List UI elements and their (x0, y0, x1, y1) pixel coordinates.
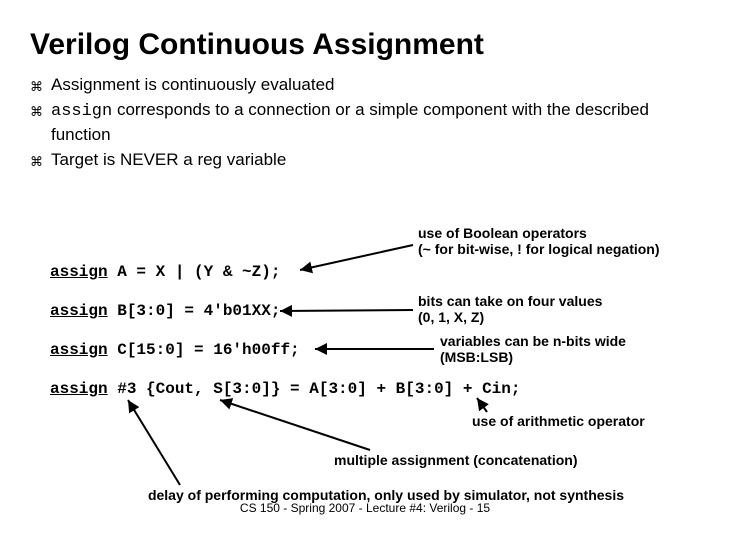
code-line-2: assign B[3:0] = 4'b01XX; (50, 302, 280, 320)
bullet-text: Target is NEVER a reg variable (51, 149, 286, 172)
bullet-text: assign corresponds to a connection or a … (51, 99, 700, 147)
ann-nbits: variables can be n-bits wide (MSB:LSB) (440, 333, 626, 365)
code-line-4: assign #3 {Cout, S[3:0]} = A[3:0] + B[3:… (50, 380, 520, 398)
assign-kw: assign (50, 263, 108, 281)
slide-title: Verilog Continuous Assignment (30, 28, 700, 62)
ann-arith: use of arithmetic operator (472, 413, 645, 429)
ann-line: (MSB:LSB) (440, 349, 626, 365)
code-keyword: assign (51, 102, 112, 121)
code-line-3: assign C[15:0] = 16'h00ff; (50, 341, 300, 359)
ann-boolean: use of Boolean operators (~ for bit-wise… (418, 225, 660, 257)
ann-line: use of Boolean operators (418, 225, 660, 241)
bullet-icon: ⌘ (30, 103, 43, 121)
code-line-1: assign A = X | (Y & ~Z); (50, 263, 280, 281)
bullet-list: ⌘ Assignment is continuously evaluated ⌘… (30, 74, 700, 172)
assign-kw: assign (50, 380, 108, 398)
assign-kw: assign (50, 302, 108, 320)
bullet-3: ⌘ Target is NEVER a reg variable (30, 149, 700, 172)
bullet-2: ⌘ assign corresponds to a connection or … (30, 99, 700, 147)
bullet-1: ⌘ Assignment is continuously evaluated (30, 74, 700, 97)
bullet-text-part: corresponds to a connection or a simple … (51, 100, 649, 144)
ann-fourvalues: bits can take on four values (0, 1, X, Z… (418, 293, 602, 325)
ann-line: bits can take on four values (418, 293, 602, 309)
assign-kw: assign (50, 341, 108, 359)
code-body: B[3:0] = 4'b01XX; (108, 302, 281, 320)
footer: CS 150 - Spring 2007 - Lecture #4: Veril… (0, 502, 730, 516)
bullet-icon: ⌘ (30, 153, 43, 171)
code-body: #3 {Cout, S[3:0]} = A[3:0] + B[3:0] + Ci… (108, 380, 521, 398)
bullet-icon: ⌘ (30, 78, 43, 96)
ann-concat: multiple assignment (concatenation) (334, 452, 577, 468)
code-body: A = X | (Y & ~Z); (108, 263, 281, 281)
code-body: C[15:0] = 16'h00ff; (108, 341, 300, 359)
bullet-text: Assignment is continuously evaluated (51, 74, 335, 97)
ann-line: (~ for bit-wise, ! for logical negation) (418, 241, 660, 257)
ann-line: variables can be n-bits wide (440, 333, 626, 349)
ann-line: (0, 1, X, Z) (418, 309, 602, 325)
